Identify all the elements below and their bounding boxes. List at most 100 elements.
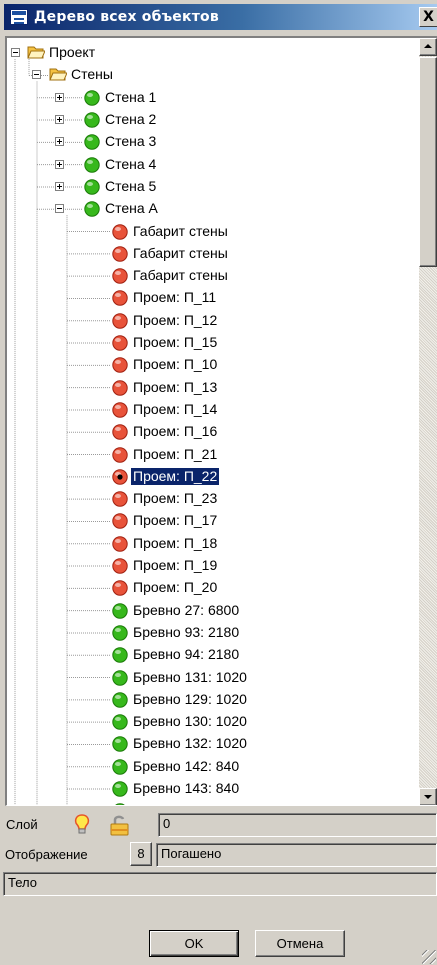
tree-node-label: Габарит стены <box>133 267 228 284</box>
tree-node-label: Стена А <box>105 200 158 217</box>
cancel-button[interactable]: Отмена <box>255 930 345 957</box>
window-title: Дерево всех объектов <box>34 9 219 25</box>
green-ball-icon <box>83 111 101 129</box>
collapse-icon[interactable] <box>32 70 41 80</box>
collapse-icon[interactable] <box>55 204 64 214</box>
display-row: Отображение 8 Погашено <box>0 840 437 870</box>
scroll-down-button[interactable] <box>419 788 437 805</box>
padlock-icon[interactable] <box>108 813 132 840</box>
resize-grip[interactable] <box>422 950 436 964</box>
green-ball-icon <box>111 780 129 798</box>
tree-node-label: Проем: П_21 <box>133 445 218 462</box>
tree-node-label: Проем: П_19 <box>133 557 218 574</box>
tree-node-label: Бревно 130: 1020 <box>133 713 247 730</box>
green-ball-icon <box>111 669 129 687</box>
display-value-field[interactable]: Погашено <box>156 843 437 867</box>
expand-icon[interactable] <box>55 137 64 147</box>
tree-node-label: Стена 5 <box>105 177 157 194</box>
tree-node-label: Бревно 132: 1020 <box>133 735 247 752</box>
green-ball-icon <box>83 178 101 196</box>
tree-node-label: Проем: П_22 <box>129 466 221 486</box>
scroll-thumb[interactable] <box>419 57 437 267</box>
red-ball-icon <box>111 423 129 441</box>
tree-node-label: Проем: П_12 <box>133 311 218 328</box>
green-ball-icon <box>111 691 129 709</box>
tree-node-label: Проем: П_10 <box>133 356 218 373</box>
tree-node-label: Проем: П_13 <box>133 378 218 395</box>
tree-node-label: Проем: П_15 <box>133 334 218 351</box>
tree-node-label: Бревно 129: 1020 <box>133 690 247 707</box>
tree-node-label: Проем: П_18 <box>133 534 218 551</box>
folder-icon <box>27 44 46 62</box>
ok-button[interactable]: OK <box>149 930 239 957</box>
arrow-down-icon <box>424 795 432 799</box>
tree-node-label: Габарит стены <box>133 244 228 261</box>
green-ball-icon <box>111 713 129 731</box>
scroll-up-button[interactable] <box>419 38 437 56</box>
tree-node-label: Проем: П_23 <box>133 490 218 507</box>
arrow-up-icon <box>424 44 432 48</box>
red-ball-icon <box>111 356 129 374</box>
title-bar[interactable]: Дерево всех объектов X <box>4 4 437 30</box>
object-tree[interactable]: Проект Стены Стена 1 Стена 2 Стена 3 Стена 4 С… <box>5 36 437 806</box>
red-ball-icon <box>111 334 129 352</box>
tree-node-label: Бревно 93: 2180 <box>133 623 240 640</box>
tree-node-label: Стена 4 <box>105 155 157 172</box>
green-ball-icon <box>83 156 101 174</box>
red-ball-icon <box>111 312 129 330</box>
tree-node-label: Бревно 143: 840 <box>133 780 240 797</box>
red-ball-icon <box>111 557 129 575</box>
folder-icon <box>49 66 68 84</box>
red-ball-icon <box>111 401 129 419</box>
close-button[interactable]: X <box>419 7 437 27</box>
red-ball-icon <box>111 245 129 263</box>
green-ball-icon <box>111 624 129 642</box>
red-ball-icon <box>111 446 129 464</box>
expand-icon[interactable] <box>55 115 64 125</box>
tree-node-label: Проем: П_14 <box>133 400 218 417</box>
tree-node-label: Стена 2 <box>105 111 157 128</box>
red-ball-icon <box>111 512 129 530</box>
tree-window: Дерево всех объектов X Проект Стены Стена … <box>0 0 437 965</box>
tree-node-label: Бревно 94: 2180 <box>133 646 240 663</box>
display-label: Отображение <box>5 847 88 862</box>
red-ball-icon <box>111 267 129 285</box>
expand-icon[interactable] <box>55 181 64 191</box>
lightbulb-icon[interactable] <box>72 813 92 840</box>
tree-node-label: Проем: П_17 <box>133 512 218 529</box>
object-type-field: Тело <box>3 872 437 896</box>
tree-node-label: Проем: П_11 <box>133 289 217 306</box>
tree-node-label: Бревно 142: 840 <box>133 757 240 774</box>
tree-node-label: Бревно 131: 1020 <box>133 668 247 685</box>
green-ball-icon <box>111 602 129 620</box>
red-ball-icon <box>111 535 129 553</box>
tree-node-label: Стена 3 <box>105 133 157 150</box>
red-ball-icon <box>111 379 129 397</box>
green-ball-icon <box>83 200 101 218</box>
green-ball-icon <box>111 802 129 805</box>
layer-label: Слой <box>6 817 38 832</box>
tree-node-label: Бревно 144: 831 <box>131 802 241 805</box>
tree-node-label: Стена 1 <box>105 88 157 105</box>
tree-node-label: Бревно 27: 6800 <box>133 601 240 618</box>
expand-icon[interactable] <box>55 92 64 102</box>
red-ball-icon <box>111 579 129 597</box>
red-ball-icon <box>111 223 129 241</box>
green-ball-icon <box>83 133 101 151</box>
layer-value-field[interactable]: 0 <box>158 813 437 837</box>
tree-node-label: Габарит стены <box>133 222 228 239</box>
tree-node-label: Стены <box>71 66 113 83</box>
green-ball-icon <box>111 758 129 776</box>
red-ball-dot-icon <box>111 468 129 486</box>
display-mode-button[interactable]: 8 <box>130 842 152 866</box>
vertical-scrollbar[interactable] <box>419 38 437 805</box>
green-ball-icon <box>111 646 129 664</box>
collapse-icon[interactable] <box>11 48 20 58</box>
green-ball-icon <box>111 735 129 753</box>
green-ball-icon <box>83 89 101 107</box>
window-icon <box>10 9 28 25</box>
tree-node-label: Проект <box>49 44 96 61</box>
red-ball-icon <box>111 490 129 508</box>
tree-node-label: Проем: П_20 <box>133 579 218 596</box>
expand-icon[interactable] <box>55 159 64 169</box>
